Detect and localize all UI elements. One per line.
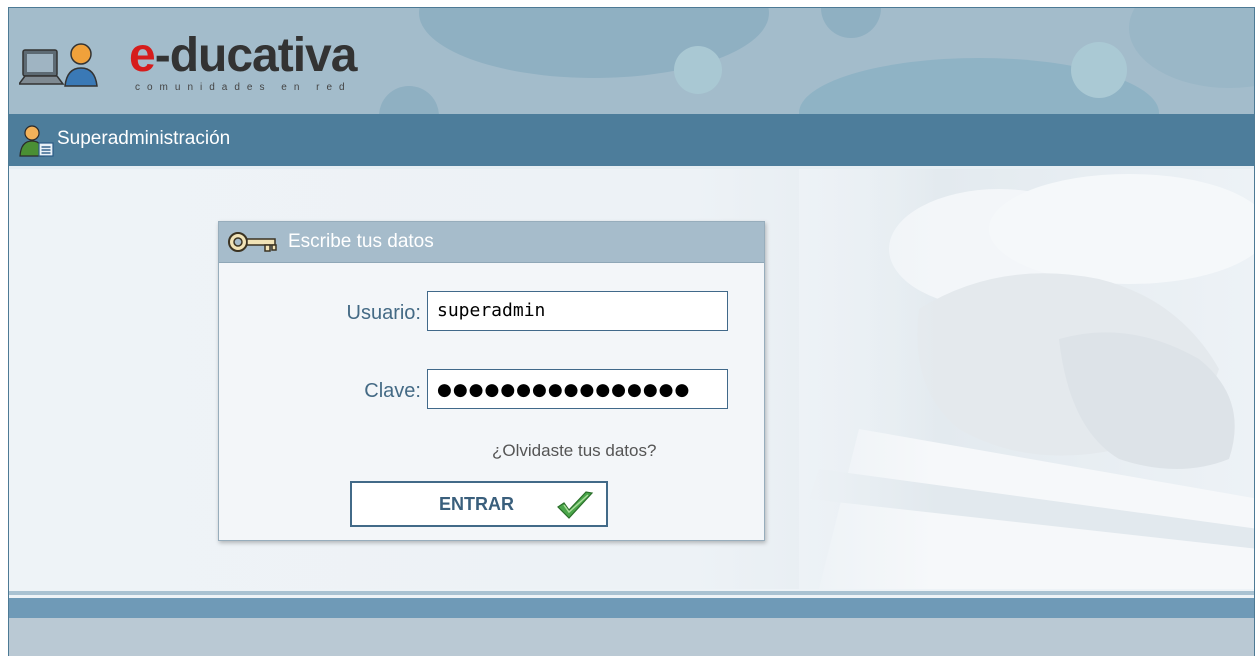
submit-button-label: ENTRAR <box>439 494 514 514</box>
logo-text: e-ducativa <box>129 29 357 82</box>
username-label: Usuario: <box>346 302 421 324</box>
title-bar: Superadministración <box>9 114 1254 169</box>
footer-divider <box>9 591 1254 595</box>
forgot-credentials-link[interactable]: ¿Olvidaste tus datos? <box>492 441 656 461</box>
footer-bar <box>9 598 1254 618</box>
app-frame: e-ducativa comunidades en red Superadmin… <box>8 7 1255 656</box>
login-heading: Escribe tus datos <box>288 231 434 252</box>
footer-area <box>9 618 1254 656</box>
logo-tagline: comunidades en red <box>135 82 352 93</box>
username-field[interactable]: superadmin <box>427 291 728 331</box>
login-panel: Escribe tus datos Usuario: superadmin Cl… <box>218 221 765 541</box>
admin-user-icon <box>19 125 54 157</box>
page-title: Superadministración <box>57 128 231 149</box>
keyboard-hands-background <box>799 169 1254 589</box>
checkmark-icon <box>557 491 594 519</box>
key-icon <box>228 232 277 252</box>
site-header: e-ducativa comunidades en red <box>9 8 1254 114</box>
password-label: Clave: <box>364 380 421 402</box>
computer-and-person-icon <box>19 43 98 87</box>
logo[interactable]: e-ducativa comunidades en red <box>19 29 399 100</box>
password-field[interactable]: ●●●●●●●●●●●●●●●● <box>427 369 728 409</box>
submit-button[interactable]: ENTRAR <box>350 481 608 527</box>
login-panel-header: Escribe tus datos <box>219 222 764 263</box>
